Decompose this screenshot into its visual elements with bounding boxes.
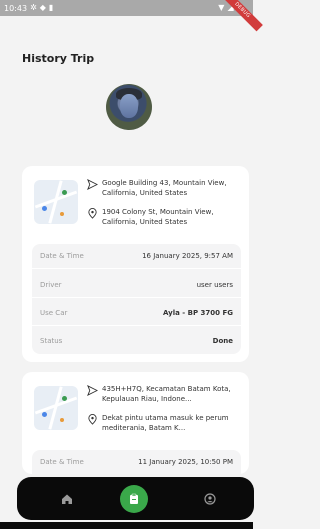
datetime-label: Date & Time (40, 458, 84, 466)
divider (32, 297, 241, 298)
datetime-value: 16 January 2025, 9:57 AM (142, 252, 233, 260)
dropoff-row: 1904 Colony St, Mountain View, Californi… (86, 207, 244, 227)
nav-home-button[interactable] (56, 488, 78, 510)
system-nav-bar (0, 522, 253, 529)
status-value: Done (212, 337, 233, 345)
divider (32, 268, 241, 269)
detail-datetime: Date & Time 11 January 2025, 10:50 PM (32, 450, 241, 474)
avatar-face (120, 94, 138, 118)
status-bar: 10:43 ✲ ◆ ▮ ▼ ◢ ▮ (0, 0, 253, 16)
dropoff-address: Dekat pintu utama masuk ke perum mediter… (102, 414, 229, 432)
shield-icon: ◆ (39, 3, 46, 12)
dropoff-row: Dekat pintu utama masuk ke perum mediter… (86, 413, 244, 433)
driver-label: Driver (40, 281, 62, 289)
trip-details: Date & Time 11 January 2025, 10:50 PM (32, 450, 241, 474)
sim-icon: ▮ (48, 3, 54, 12)
document-icon (130, 493, 138, 504)
user-icon (204, 493, 216, 505)
location-pin-icon (86, 207, 98, 219)
trip-card[interactable]: Google Building 43, Mountain View, Calif… (22, 166, 249, 362)
detail-car: Use Car Ayla - BP 3700 FG (32, 301, 241, 325)
nav-history-button[interactable] (120, 485, 148, 513)
detail-status: Status Done (32, 329, 241, 353)
send-icon (86, 178, 98, 190)
home-icon (62, 494, 72, 504)
send-icon (86, 384, 98, 396)
car-value: Ayla - BP 3700 FG (163, 309, 233, 317)
settings-icon: ✲ (30, 3, 37, 12)
page-title: History Trip (22, 52, 95, 65)
trip-details: Date & Time 16 January 2025, 9:57 AM Dri… (32, 244, 241, 354)
status-time: 10:43 (4, 3, 28, 13)
map-thumbnail (34, 386, 78, 430)
location-pin-icon (86, 413, 98, 425)
detail-datetime: Date & Time 16 January 2025, 9:57 AM (32, 244, 241, 268)
pickup-address: Google Building 43, Mountain View, Calif… (102, 179, 227, 197)
dropoff-address: 1904 Colony St, Mountain View, Californi… (102, 208, 214, 226)
pickup-address: 435H+H7Q, Kecamatan Batam Kota, Kepulaua… (102, 385, 231, 403)
car-label: Use Car (40, 309, 68, 317)
pickup-row: 435H+H7Q, Kecamatan Batam Kota, Kepulaua… (86, 384, 244, 404)
datetime-value: 11 January 2025, 10:50 PM (138, 458, 233, 466)
detail-driver: Driver user users (32, 273, 241, 297)
datetime-label: Date & Time (40, 252, 84, 260)
bottom-nav (17, 477, 254, 520)
avatar[interactable] (106, 84, 152, 130)
nav-profile-button[interactable] (199, 488, 221, 510)
map-thumbnail (34, 180, 78, 224)
trip-card[interactable]: 435H+H7Q, Kecamatan Batam Kota, Kepulaua… (22, 372, 249, 474)
divider (32, 325, 241, 326)
pickup-row: Google Building 43, Mountain View, Calif… (86, 178, 244, 198)
driver-value: user users (196, 281, 233, 289)
wifi-icon: ▼ (218, 3, 225, 12)
status-left: 10:43 ✲ ◆ ▮ (4, 4, 53, 13)
status-label: Status (40, 337, 63, 345)
